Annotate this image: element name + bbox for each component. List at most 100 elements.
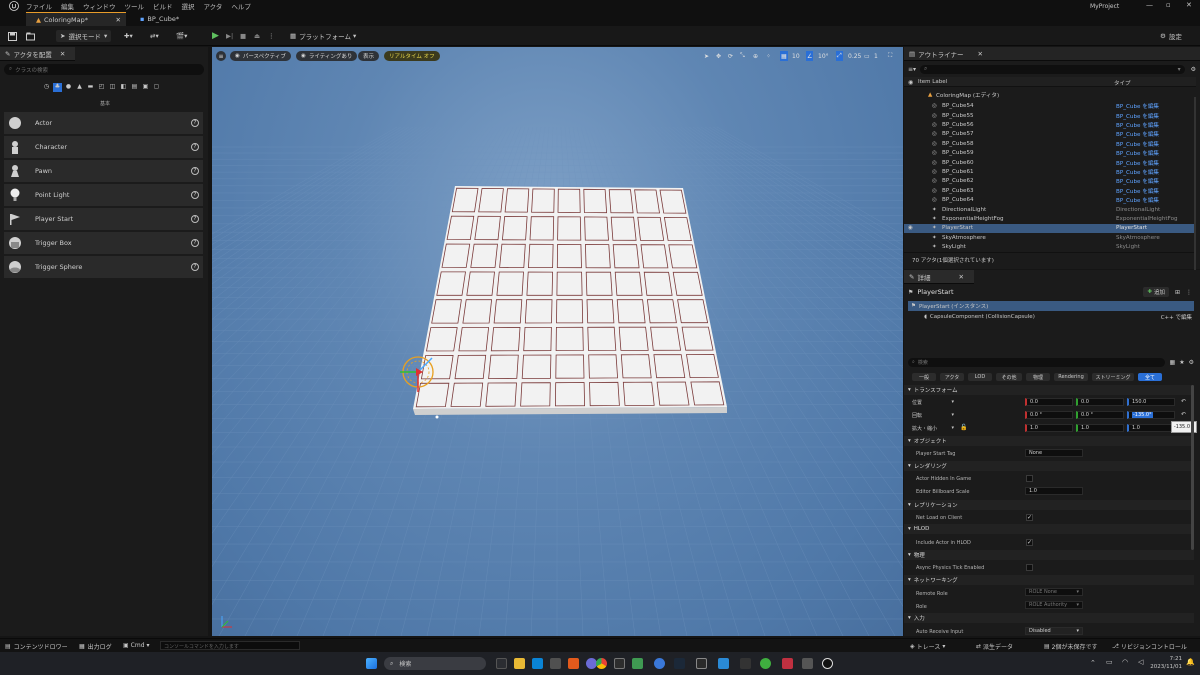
billboard-scale-field[interactable]: 1.0 [1025, 487, 1083, 495]
star-icon[interactable]: ★ [1179, 359, 1184, 366]
output-log-button[interactable]: ▦ 出力ログ [79, 642, 112, 651]
lighting-button[interactable]: ◉ ライティングあり [296, 51, 358, 61]
visibility-icon[interactable]: ◉ [908, 79, 913, 86]
world-space-icon[interactable]: ⊕ [753, 51, 758, 61]
volumes-icon[interactable]: ◧ [119, 83, 128, 92]
recent-icon[interactable]: ◷ [42, 83, 51, 92]
filter-chip[interactable]: 全て [1138, 373, 1162, 381]
clock-date[interactable]: 2023/11/01 [1146, 664, 1182, 670]
actor-hidden-checkbox[interactable] [1026, 475, 1033, 482]
speaker-icon[interactable]: ◁ [1138, 658, 1143, 666]
visibility-icon[interactable]: ◉ [908, 225, 913, 231]
rotation-dropdown[interactable]: 回転 ▾ [912, 411, 954, 419]
auto-receive-dropdown[interactable]: Disabled ▾ [1025, 627, 1083, 635]
filter-chip[interactable]: ストリーミング [1092, 373, 1134, 381]
grid-snap-value[interactable]: 10 [792, 51, 800, 61]
blueprint-menu-icon[interactable]: ⇄▾ [150, 30, 159, 42]
derived-data-button[interactable]: ⇄ 派生データ [976, 642, 1013, 651]
help-icon[interactable]: ? [191, 191, 199, 199]
maximize-viewport-icon[interactable]: ⛶ [888, 51, 892, 61]
cmd-dropdown[interactable]: ▣ Cmd ▾ [123, 642, 150, 649]
outliner-row[interactable]: ◎ BP_Cube63 BP_Cube を編集 [904, 186, 1194, 195]
outliner-row-type-link[interactable]: BP_Cube を編集 [1116, 112, 1159, 120]
misc-category-icon[interactable]: ▢ [152, 83, 161, 92]
notification-icon[interactable]: 🔔 [1186, 658, 1195, 666]
cinematic-category-icon[interactable]: ▬ [86, 83, 95, 92]
col-type[interactable]: タイプ [1114, 79, 1131, 87]
player-start-tag-field[interactable]: None [1025, 449, 1083, 457]
category-physics[interactable]: ▾ 物理 [904, 550, 1194, 560]
trace-button[interactable]: ◈ トレース ▾ [910, 642, 945, 651]
cpp-edit-link[interactable]: C++ で編集 [1161, 313, 1192, 321]
camera-speed-icon[interactable]: ▭ [864, 51, 870, 61]
outliner-row-type-link[interactable]: BP_Cube を編集 [1116, 187, 1159, 195]
level-viewport[interactable]: ≡ ◉ パースペクティブ ◉ ライティングあり 表示 リアルタイム オフ ➤ ✥… [212, 47, 903, 636]
rotation-z-field[interactable]: -135.0° [1127, 411, 1175, 419]
outliner-search-input[interactable]: ⌕ ▾ [920, 64, 1185, 74]
scale-x-field[interactable]: 1.0 [1025, 424, 1073, 432]
windows-start-icon[interactable] [366, 658, 377, 669]
help-icon[interactable]: ? [191, 167, 199, 175]
blueprint-category-icon[interactable]: ▣ [141, 83, 150, 92]
actor-item-point-light[interactable]: Point Light ? [4, 184, 203, 206]
app-icon[interactable] [654, 658, 665, 669]
filter-chip[interactable]: アクタ [940, 373, 964, 381]
rotate-tool-icon[interactable]: ⟳ [728, 51, 733, 61]
geometry-icon[interactable]: ◫ [108, 83, 117, 92]
menu-window[interactable]: ウィンドウ [83, 1, 116, 11]
include-hlod-checkbox[interactable]: ✓ [1026, 539, 1033, 546]
app-icon[interactable] [740, 658, 751, 669]
outliner-row-type-link[interactable]: BP_Cube を編集 [1116, 168, 1159, 176]
details-tab[interactable]: ✎ 詳細 ✕ [904, 270, 974, 284]
blueprint-add-icon[interactable]: ⊞ [1175, 289, 1180, 296]
visual-effects-icon[interactable]: ◰ [97, 83, 106, 92]
outliner-row-type-link[interactable]: BP_Cube を編集 [1116, 159, 1159, 167]
scale-snap-icon[interactable]: ⤢ [836, 51, 843, 61]
location-x-field[interactable]: 0.0 [1025, 398, 1073, 406]
perspective-button[interactable]: ◉ パースペクティブ [230, 51, 291, 61]
outliner-row-type-link[interactable]: BP_Cube を編集 [1116, 102, 1159, 110]
scale-tool-icon[interactable]: ⤡ [740, 51, 745, 61]
scale-y-field[interactable]: 1.0 [1076, 424, 1124, 432]
outliner-row[interactable]: ✦ DirectionalLight DirectionalLight [904, 205, 1194, 214]
outliner-row-type-link[interactable]: BP_Cube を編集 [1116, 140, 1159, 148]
wifi-icon[interactable]: ◠ [1122, 658, 1128, 666]
outliner-row-type-link[interactable]: BP_Cube を編集 [1116, 121, 1159, 129]
rotation-snap-icon[interactable]: ∠ [806, 51, 814, 61]
epic-games-icon[interactable] [696, 658, 707, 669]
save-icon[interactable] [8, 30, 17, 42]
tab-close-icon[interactable]: ✕ [978, 50, 983, 58]
translate-tool-icon[interactable]: ✥ [716, 51, 721, 61]
outliner-row[interactable]: ◎ BP_Cube57 BP_Cube を編集 [904, 130, 1194, 139]
menu-help[interactable]: ヘルプ [231, 1, 251, 11]
actor-item-trigger-box[interactable]: Trigger Box ? [4, 232, 203, 254]
outliner-scrollbar[interactable] [1194, 97, 1196, 297]
shapes-category-icon[interactable]: ▲ [75, 83, 84, 92]
add-component-button[interactable]: ✚ 追加 [1143, 287, 1169, 297]
async-physics-checkbox[interactable] [1026, 564, 1033, 571]
help-icon[interactable]: ? [191, 215, 199, 223]
outliner-row[interactable]: ◎ BP_Cube60 BP_Cube を編集 [904, 158, 1194, 167]
steam-icon[interactable] [674, 658, 685, 669]
tab-close-icon[interactable]: ✕ [958, 273, 963, 281]
surface-snap-icon[interactable]: ⁘ [766, 51, 771, 61]
outliner-row[interactable]: ◉ ✦ PlayerStart PlayerStart [904, 223, 1194, 234]
menu-select[interactable]: 選択 [182, 1, 195, 11]
details-options-icon[interactable]: ⋮ [1186, 289, 1192, 296]
maximize-icon[interactable]: ▫ [1166, 1, 1171, 9]
grid-snap-icon[interactable]: ▦ [780, 51, 788, 61]
remote-role-dropdown[interactable]: ROLE None ▾ [1025, 588, 1083, 596]
rotate-gizmo[interactable] [392, 342, 452, 422]
show-button[interactable]: 表示 [358, 51, 380, 61]
scale-z-field[interactable]: 1.0 [1127, 424, 1175, 432]
filter-chip[interactable]: LOD [968, 373, 992, 381]
tab-coloringmap[interactable]: ▲ ColoringMap* ✕ [26, 12, 126, 26]
unsaved-button[interactable]: ▤ 2個が未保存です [1044, 642, 1098, 651]
actor-item-trigger-sphere[interactable]: Trigger Sphere ? [4, 256, 203, 278]
app-icon[interactable] [550, 658, 561, 669]
play-options-icon[interactable]: ⋮ [268, 30, 275, 42]
details-scrollbar[interactable] [1191, 385, 1194, 550]
category-transform[interactable]: ▾ トランスフォーム [904, 385, 1194, 395]
location-dropdown[interactable]: 位置 ▾ [912, 398, 954, 406]
console-input[interactable]: コンソールコマンドを入力します [160, 641, 300, 650]
